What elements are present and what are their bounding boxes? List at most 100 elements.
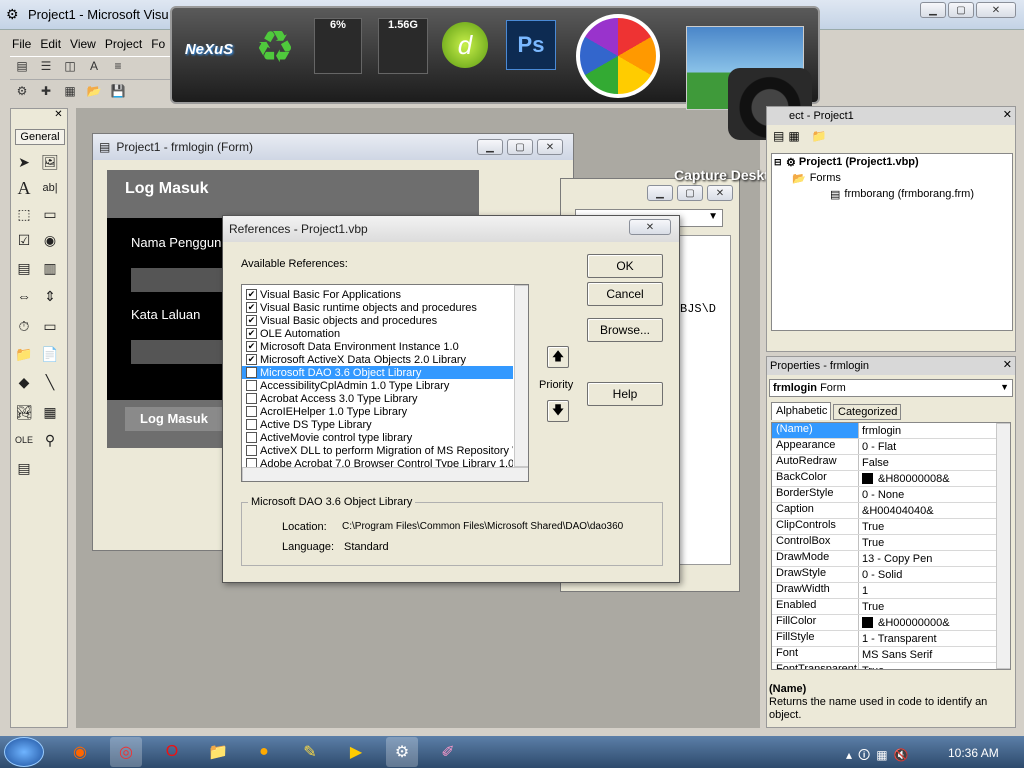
property-row[interactable]: ClipControls True — [772, 519, 996, 535]
view-object-icon[interactable]: ▦ — [788, 129, 799, 143]
listbox-icon[interactable]: ▥ — [39, 257, 61, 279]
reference-checkbox[interactable] — [246, 432, 257, 443]
reference-checkbox[interactable]: ✔ — [246, 367, 257, 378]
textbox-icon[interactable]: ab| — [39, 177, 61, 199]
reference-item[interactable]: ✔ OLE Automation — [242, 327, 513, 340]
combobox-icon[interactable]: ▤ — [13, 257, 35, 279]
vscrollbar-icon[interactable]: ⇕ — [39, 285, 61, 307]
reference-item[interactable]: Active DS Type Library — [242, 418, 513, 431]
property-value[interactable]: True — [859, 535, 996, 550]
object-selector[interactable]: frmlogin Form ▼ — [769, 379, 1013, 397]
open-folder-icon[interactable]: 📂 — [85, 84, 103, 100]
property-row[interactable]: Caption &H00404040& — [772, 503, 996, 519]
tab-categorized[interactable]: Categorized — [833, 404, 901, 420]
property-row[interactable]: DrawMode 13 - Copy Pen — [772, 551, 996, 567]
property-row[interactable]: Enabled True — [772, 599, 996, 615]
property-value[interactable]: False — [859, 455, 996, 470]
collapse-icon[interactable]: ⊟ — [774, 157, 786, 168]
reference-item[interactable]: ✔ Microsoft ActiveX Data Objects 2.0 Libr… — [242, 353, 513, 366]
form-close-button[interactable]: ✕ — [537, 139, 563, 155]
dreamweaver-icon[interactable]: d — [442, 22, 488, 68]
form-item[interactable]: ▤ frmborang (frmborang.frm) — [772, 186, 974, 202]
code-maximize-button[interactable]: ▢ — [677, 185, 703, 201]
password-field[interactable] — [131, 340, 231, 364]
nexus-icon[interactable]: NeXuS — [182, 24, 236, 74]
properties-close-icon[interactable]: ✕ — [1003, 358, 1012, 371]
property-row[interactable]: ControlBox True — [772, 535, 996, 551]
cancel-button[interactable]: Cancel — [587, 282, 663, 306]
reference-checkbox[interactable] — [246, 406, 257, 417]
reference-checkbox[interactable]: ✔ — [246, 289, 257, 300]
reference-item[interactable]: ✔ Visual Basic For Applications — [242, 288, 513, 301]
label-icon[interactable]: A — [13, 177, 35, 199]
extra-control-icon[interactable]: ▤ — [13, 457, 35, 479]
menu-edit[interactable]: Edit — [40, 37, 61, 51]
property-row[interactable]: AutoRedraw False — [772, 455, 996, 471]
reference-checkbox[interactable]: ✔ — [246, 354, 257, 365]
drivelistbox-icon[interactable]: ▭ — [39, 315, 61, 337]
references-close-button[interactable]: ✕ — [629, 219, 671, 235]
close-button[interactable]: ✕ — [976, 2, 1016, 18]
property-value[interactable]: True — [859, 663, 996, 670]
video-icon[interactable]: ▶ — [340, 737, 372, 767]
property-value[interactable]: MS Sans Serif — [859, 647, 996, 662]
maximize-button[interactable]: ▢ — [948, 2, 974, 18]
add-item-icon[interactable]: ✚ — [37, 84, 55, 100]
firefox-icon[interactable]: ◉ — [64, 737, 96, 767]
timer-icon[interactable]: ⏱ — [13, 315, 35, 337]
properties-grid[interactable]: (Name) frmlogin Appearance 0 - Flat AutoRedr… — [771, 422, 1011, 670]
opera-icon[interactable]: O — [156, 737, 188, 767]
reference-checkbox[interactable] — [246, 380, 257, 391]
minimize-button[interactable]: ▁ — [920, 2, 946, 18]
memory-meter-icon[interactable]: 1.56G — [378, 18, 428, 74]
chrome-icon[interactable]: ◎ — [110, 737, 142, 767]
form-item[interactable]: ▤frmlaporan (frmlaporan.frm) — [974, 186, 1012, 202]
property-value[interactable]: True — [859, 599, 996, 614]
property-row[interactable]: BorderStyle 0 - None — [772, 487, 996, 503]
photoshop-icon[interactable]: Ps — [506, 20, 556, 70]
code-minimize-button[interactable]: ▁ — [647, 185, 673, 201]
ole-icon[interactable]: OLE — [13, 429, 35, 451]
reference-item[interactable]: ✔ Visual Basic objects and procedures — [242, 314, 513, 327]
property-row[interactable]: BackColor &H80000008& — [772, 471, 996, 487]
reference-checkbox[interactable] — [246, 445, 257, 456]
property-value[interactable]: &H80000008& — [859, 471, 996, 486]
references-vscroll[interactable] — [514, 285, 528, 467]
add-form-icon[interactable]: ▤ — [13, 59, 31, 75]
reference-item[interactable]: ✔ Microsoft DAO 3.6 Object Library — [242, 366, 513, 379]
ok-button[interactable]: OK — [587, 254, 663, 278]
property-row[interactable]: DrawWidth 1 — [772, 583, 996, 599]
clock[interactable]: 10:36 AM — [948, 746, 999, 760]
form-minimize-button[interactable]: ▁ — [477, 139, 503, 155]
reference-checkbox[interactable]: ✔ — [246, 315, 257, 326]
menu-file[interactable]: File — [12, 37, 31, 51]
property-row[interactable]: FontTransparentTrue — [772, 663, 996, 670]
line-icon[interactable]: ╲ — [39, 371, 61, 393]
references-hscroll[interactable] — [242, 467, 528, 481]
picturebox-icon[interactable]: 🖼 — [39, 151, 61, 173]
properties-vscroll[interactable] — [996, 423, 1010, 669]
cpu-meter-icon[interactable]: 6% — [314, 18, 362, 74]
priority-up-button[interactable]: 🡅 — [547, 346, 569, 368]
login-button[interactable]: Log Masuk — [125, 407, 223, 431]
adodc-icon[interactable]: ⚲ — [39, 429, 61, 451]
hscrollbar-icon[interactable]: ⇔ — [13, 285, 35, 307]
media-icon[interactable]: ● — [248, 737, 280, 767]
checkbox-icon[interactable]: ☑ — [13, 229, 35, 251]
references-titlebar[interactable]: References - Project1.vbp — [223, 216, 679, 242]
image-icon[interactable]: 🏞 — [13, 401, 35, 423]
property-value[interactable]: 13 - Copy Pen — [859, 551, 996, 566]
help-button[interactable]: Help — [587, 382, 663, 406]
shape-icon[interactable]: ◆ — [13, 371, 35, 393]
reference-checkbox[interactable] — [246, 393, 257, 404]
paint-icon[interactable]: ✐ — [432, 737, 464, 767]
property-row[interactable]: FillStyle 1 - Transparent — [772, 631, 996, 647]
references-list[interactable]: ✔ Visual Basic For Applications ✔ Visual Ba… — [241, 284, 529, 482]
explorer-icon[interactable]: 📁 — [202, 737, 234, 767]
project-tree[interactable]: ⊟ ⚙ Project1 (Project1.vbp) 📂 Forms ▤ frmbor… — [771, 153, 1013, 331]
property-value[interactable]: 1 — [859, 583, 996, 598]
optionbutton-icon[interactable]: ◉ — [39, 229, 61, 251]
toggle-folders-icon[interactable]: 📁 — [812, 129, 827, 143]
property-value[interactable]: frmlogin — [859, 423, 996, 438]
property-row[interactable]: Appearance 0 - Flat — [772, 439, 996, 455]
